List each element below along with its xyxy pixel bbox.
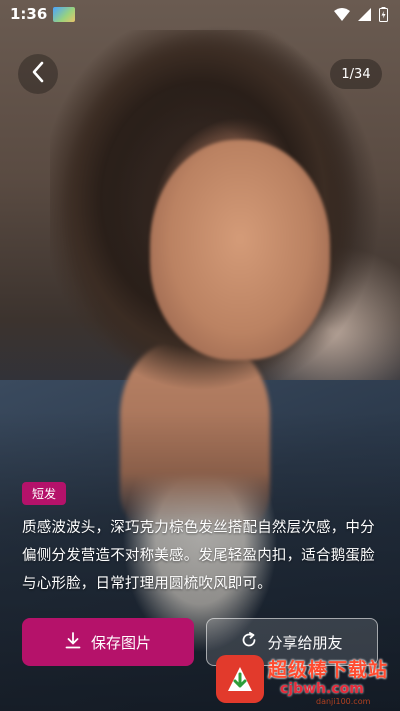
page-counter: 1/34: [330, 59, 382, 89]
battery-icon: [379, 6, 388, 22]
watermark-logo-icon: [216, 655, 264, 703]
hairstyle-tag[interactable]: 短发: [22, 482, 67, 505]
back-button[interactable]: [18, 54, 58, 94]
app-thumbnail-icon: [53, 6, 76, 22]
save-image-button[interactable]: 保存图片: [22, 618, 194, 666]
hairstyle-description: 质感波波头，深巧克力棕色发丝搭配自然层次感，中分偏侧分发营造不对称美感。发尾轻盈…: [22, 520, 375, 592]
watermark-url: cjbwh.com: [280, 681, 364, 697]
cell-signal-icon: [358, 7, 371, 21]
wifi-icon: [334, 7, 350, 21]
download-icon: [65, 631, 81, 653]
status-bar: 1:36: [0, 0, 400, 28]
share-refresh-icon: [241, 632, 257, 652]
status-left: 1:36: [10, 5, 76, 23]
share-label: 分享给朋友: [267, 633, 343, 652]
hairstyle-tag-label: 短发: [32, 487, 57, 501]
watermark-sub: danji100.com: [316, 697, 371, 706]
chevron-left-icon: [31, 61, 45, 87]
photo-face-region: [150, 140, 330, 360]
site-watermark: 超级棒下载站 cjbwh.com danji100.com: [216, 651, 396, 707]
save-image-label: 保存图片: [90, 633, 151, 652]
status-time: 1:36: [10, 5, 48, 23]
watermark-title: 超级棒下载站: [268, 659, 389, 681]
hairstyle-photo: [0, 0, 400, 711]
status-right: [334, 6, 388, 22]
